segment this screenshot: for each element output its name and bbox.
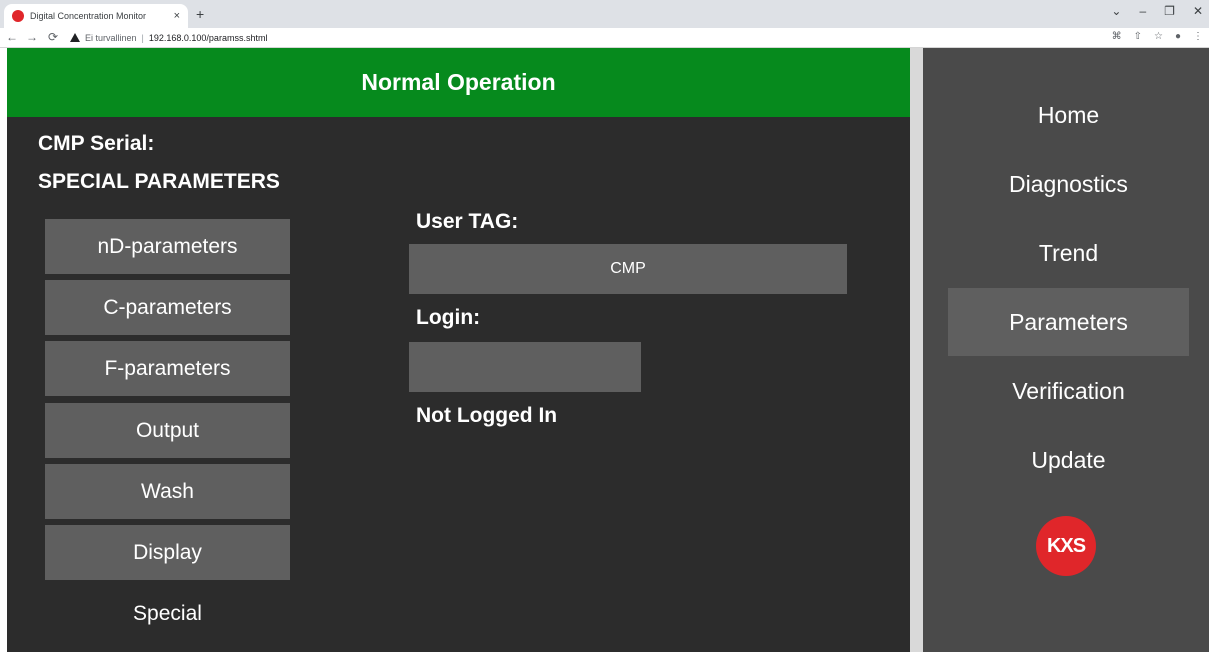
profile-icon[interactable]: ●	[1175, 31, 1181, 42]
url-text[interactable]: 192.168.0.100/paramss.shtml	[149, 33, 268, 43]
tab-close-button[interactable]: ×	[174, 10, 180, 22]
sidebar-item-verification[interactable]: Verification	[948, 357, 1189, 425]
sidebar-item-diagnostics[interactable]: Diagnostics	[948, 150, 1189, 218]
forward-icon[interactable]: →	[26, 30, 38, 44]
share-icon[interactable]: ⇧	[1134, 31, 1142, 42]
close-window-icon[interactable]: ✕	[1193, 4, 1203, 18]
kxs-logo: KXS	[1036, 516, 1096, 576]
url-field[interactable]: Ei turvallinen | 192.168.0.100/paramss.s…	[70, 30, 267, 45]
login-field[interactable]	[409, 342, 641, 392]
warning-icon[interactable]	[70, 33, 80, 42]
back-icon[interactable]: ←	[6, 30, 18, 44]
user-tag-label: User TAG:	[416, 210, 519, 233]
browser-tab[interactable]: Digital Concentration Monitor ×	[4, 4, 188, 28]
address-bar: ← → ⟳ Ei turvallinen | 192.168.0.100/par…	[0, 28, 1209, 48]
special-current-item: Special	[133, 601, 202, 625]
main-panel: Normal Operation CMP Serial: SPECIAL PAR…	[7, 48, 910, 652]
window-controls: ⌄ – ❐ ✕	[1111, 4, 1203, 18]
sidebar-item-trend[interactable]: Trend	[948, 219, 1189, 287]
url-separator: |	[141, 32, 144, 43]
sidebar-item-home[interactable]: Home	[948, 81, 1189, 149]
translate-icon[interactable]: ⌘	[1112, 31, 1122, 42]
login-status: Not Logged In	[416, 404, 558, 427]
c-parameters-button[interactable]: C-parameters	[45, 280, 290, 335]
display-button[interactable]: Display	[45, 525, 290, 580]
user-tag-field[interactable]: CMP	[409, 244, 847, 294]
new-tab-button[interactable]: +	[196, 6, 204, 22]
page-title: SPECIAL PARAMETERS	[38, 170, 280, 193]
status-banner: Normal Operation	[7, 48, 910, 117]
login-label: Login:	[416, 306, 481, 329]
site-favicon-icon	[12, 10, 24, 22]
f-parameters-button[interactable]: F-parameters	[45, 341, 290, 396]
reload-icon[interactable]: ⟳	[48, 30, 58, 44]
menu-dots-icon[interactable]: ⋮	[1193, 31, 1203, 42]
bookmark-star-icon[interactable]: ☆	[1154, 31, 1163, 42]
nd-parameters-button[interactable]: nD-parameters	[45, 219, 290, 274]
sidebar-nav: Home Diagnostics Trend Parameters Verifi…	[923, 48, 1209, 652]
sidebar-item-update[interactable]: Update	[948, 426, 1189, 494]
minimize-icon[interactable]: –	[1139, 4, 1146, 18]
panel-divider	[910, 48, 923, 652]
wash-button[interactable]: Wash	[45, 464, 290, 519]
security-label[interactable]: Ei turvallinen	[85, 33, 137, 43]
status-text: Normal Operation	[361, 69, 556, 95]
tab-search-icon[interactable]: ⌄	[1111, 4, 1121, 18]
browser-tab-bar: Digital Concentration Monitor × + ⌄ – ❐ …	[0, 0, 1209, 28]
sidebar-item-parameters[interactable]: Parameters	[948, 288, 1189, 356]
restore-icon[interactable]: ❐	[1164, 4, 1175, 18]
serial-label: CMP Serial:	[38, 132, 155, 155]
output-button[interactable]: Output	[45, 403, 290, 458]
toolbar-icons: ⌘ ⇧ ☆ ● ⋮	[1112, 31, 1203, 42]
tab-title: Digital Concentration Monitor	[30, 11, 147, 21]
